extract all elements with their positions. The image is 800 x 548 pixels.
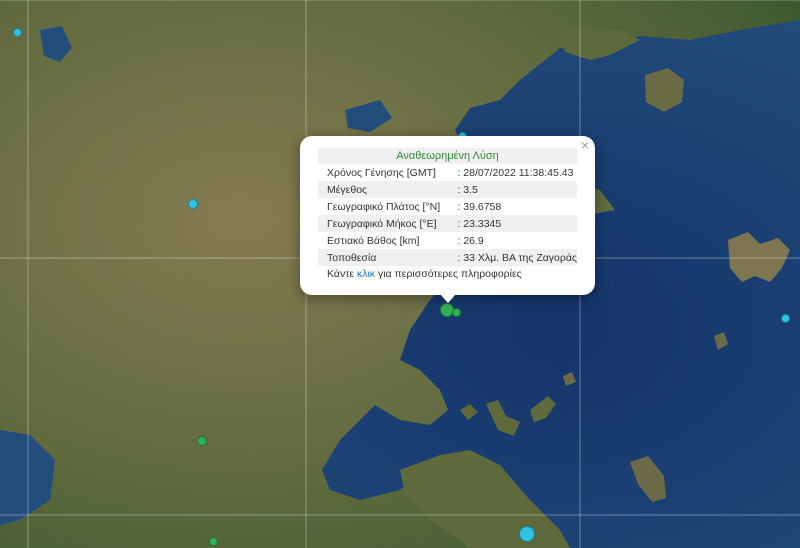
more-info-suffix: για περισσότερες πληροφορίες <box>375 268 522 280</box>
info-row: Τοποθεσία : 33 Χλμ. ΒΑ της Ζαγοράς <box>318 249 577 266</box>
earthquake-info-table: Αναθεωρημένη Λύση Χρόνος Γένησης [GMT] :… <box>318 148 577 266</box>
earthquake-marker[interactable] <box>13 28 22 37</box>
info-row: Χρόνος Γένησης [GMT] : 28/07/2022 11:38:… <box>318 164 577 181</box>
more-info-text: Κάντε κλικ για περισσότερες πληροφορίες <box>318 268 577 280</box>
earthquake-marker[interactable] <box>519 526 535 542</box>
info-row: Γεωγραφικό Πλάτος [°N] : 39.6758 <box>318 198 577 215</box>
info-row: Μέγεθος : 3.5 <box>318 181 577 198</box>
info-value: : 26.9 <box>457 234 484 247</box>
earthquake-marker[interactable] <box>781 314 790 323</box>
info-label: Τοποθεσία <box>318 249 458 266</box>
earthquake-marker[interactable] <box>209 537 218 546</box>
info-value: : 23.3345 <box>457 215 577 232</box>
info-row: Εστιακό Βάθος [km] : 26.9 <box>318 232 577 249</box>
info-label: Γεωγραφικό Μήκος [°E] <box>318 215 458 232</box>
popup-tip <box>440 294 456 303</box>
info-label: Μέγεθος <box>318 181 458 198</box>
info-label: Χρόνος Γένησης [GMT] <box>327 166 436 179</box>
more-info-prefix: Κάντε <box>327 268 357 280</box>
info-row: Γεωγραφικό Μήκος [°E] : 23.3345 <box>318 215 577 232</box>
earthquake-marker[interactable] <box>452 308 461 317</box>
info-value: : 28/07/2022 11:38:45.43 <box>457 166 574 179</box>
earthquake-marker[interactable] <box>197 436 207 446</box>
earthquake-info-popup: × Αναθεωρημένη Λύση Χρόνος Γένησης [GMT]… <box>300 136 595 295</box>
more-info-link[interactable]: κλικ <box>357 268 375 280</box>
info-value: : 3.5 <box>457 181 577 198</box>
popup-title: Αναθεωρημένη Λύση <box>318 148 577 164</box>
popup-title-row: Αναθεωρημένη Λύση <box>318 148 577 164</box>
earthquake-marker[interactable] <box>188 199 198 209</box>
close-icon[interactable]: × <box>581 138 589 152</box>
info-label: Γεωγραφικό Πλάτος [°N] <box>327 200 441 213</box>
info-value: : 39.6758 <box>457 200 502 213</box>
info-label: Εστιακό Βάθος [km] <box>327 234 420 247</box>
info-value: : 33 Χλμ. ΒΑ της Ζαγοράς <box>457 249 577 266</box>
